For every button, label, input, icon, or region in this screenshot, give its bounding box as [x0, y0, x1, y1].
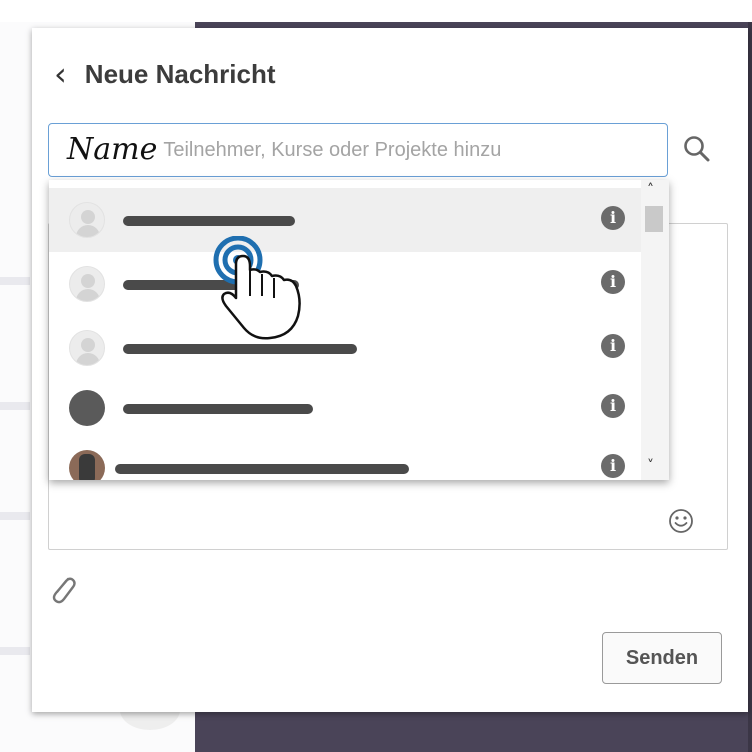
bg-divider [0, 512, 30, 520]
default-avatar-icon [69, 266, 105, 302]
photo-avatar [69, 390, 105, 426]
tap-hand-icon [213, 236, 301, 340]
suggestion-row[interactable]: i [49, 436, 641, 480]
chevron-up-icon[interactable]: ˄ [647, 182, 654, 198]
search-icon[interactable] [682, 134, 712, 164]
scrollbar-thumb[interactable] [645, 206, 663, 232]
suggestion-row[interactable]: i [49, 188, 641, 252]
photo-avatar [69, 450, 105, 480]
default-avatar-icon [69, 202, 105, 238]
suggestion-row[interactable]: i [49, 376, 641, 440]
send-button[interactable]: Senden [602, 632, 722, 684]
bg-divider [0, 647, 30, 655]
info-icon[interactable]: i [601, 270, 625, 294]
bg-divider [0, 277, 30, 285]
dialog-header: ‹ Neue Nachricht [54, 58, 276, 90]
typed-recipient-text: Name [67, 128, 164, 172]
dropdown-scrollbar[interactable]: ˄ ˅ [641, 180, 669, 480]
redacted-name [115, 464, 409, 474]
info-icon[interactable]: i [601, 454, 625, 478]
info-icon[interactable]: i [601, 334, 625, 358]
chevron-left-icon[interactable]: ‹ [54, 58, 67, 90]
redacted-name [123, 404, 313, 414]
chevron-down-icon[interactable]: ˅ [647, 458, 654, 474]
bg-divider [0, 402, 30, 410]
default-avatar-icon [69, 330, 105, 366]
paperclip-icon[interactable] [48, 573, 78, 607]
dialog-title: Neue Nachricht [84, 58, 276, 89]
redacted-name [123, 216, 295, 226]
background-top [0, 0, 752, 22]
background-right-edge [748, 22, 752, 752]
recipient-search-field[interactable]: Name [48, 123, 668, 177]
suggestion-row[interactable]: i [49, 316, 641, 380]
recipient-suggestions-dropdown: i i i i i ˄ ˅ [49, 180, 669, 480]
smiley-icon[interactable] [668, 508, 694, 534]
info-icon[interactable]: i [601, 394, 625, 418]
info-icon[interactable]: i [601, 206, 625, 230]
suggestion-row[interactable]: i [49, 252, 641, 316]
